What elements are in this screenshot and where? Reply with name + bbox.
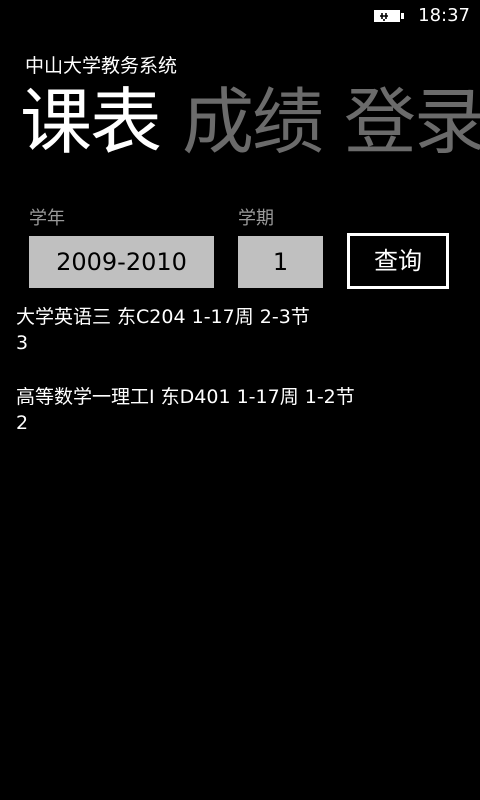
query-button[interactable]: 查询	[347, 233, 449, 289]
year-select[interactable]: 2009-2010	[29, 236, 214, 288]
pivot-header: 课表 成绩 登录	[20, 80, 480, 164]
pivot-tab-login[interactable]: 登录	[344, 80, 480, 164]
course-day: 2	[16, 412, 29, 434]
course-day: 3	[16, 332, 29, 354]
course-summary: 大学英语三 东C204 1-17周 2-3节	[16, 306, 310, 328]
year-label: 学年	[29, 208, 65, 229]
pivot-tab-schedule[interactable]: 课表	[20, 80, 162, 164]
pivot-tab-grades[interactable]: 成绩	[182, 80, 324, 164]
list-item[interactable]: 高等数学一理工Ⅰ 东D401 1-17周 1-2节 2	[16, 384, 466, 436]
app-title: 中山大学教务系统	[25, 55, 178, 77]
course-summary: 高等数学一理工Ⅰ 东D401 1-17周 1-2节	[16, 386, 355, 408]
list-item[interactable]: 大学英语三 东C204 1-17周 2-3节 3	[16, 304, 466, 356]
course-list: 大学英语三 东C204 1-17周 2-3节 3 高等数学一理工Ⅰ 东D401 …	[16, 304, 466, 464]
status-bar: 18:37	[0, 0, 480, 32]
term-select[interactable]: 1	[238, 236, 323, 288]
term-label: 学期	[238, 208, 274, 229]
clock: 18:37	[418, 5, 470, 26]
battery-charging-icon	[374, 10, 404, 22]
